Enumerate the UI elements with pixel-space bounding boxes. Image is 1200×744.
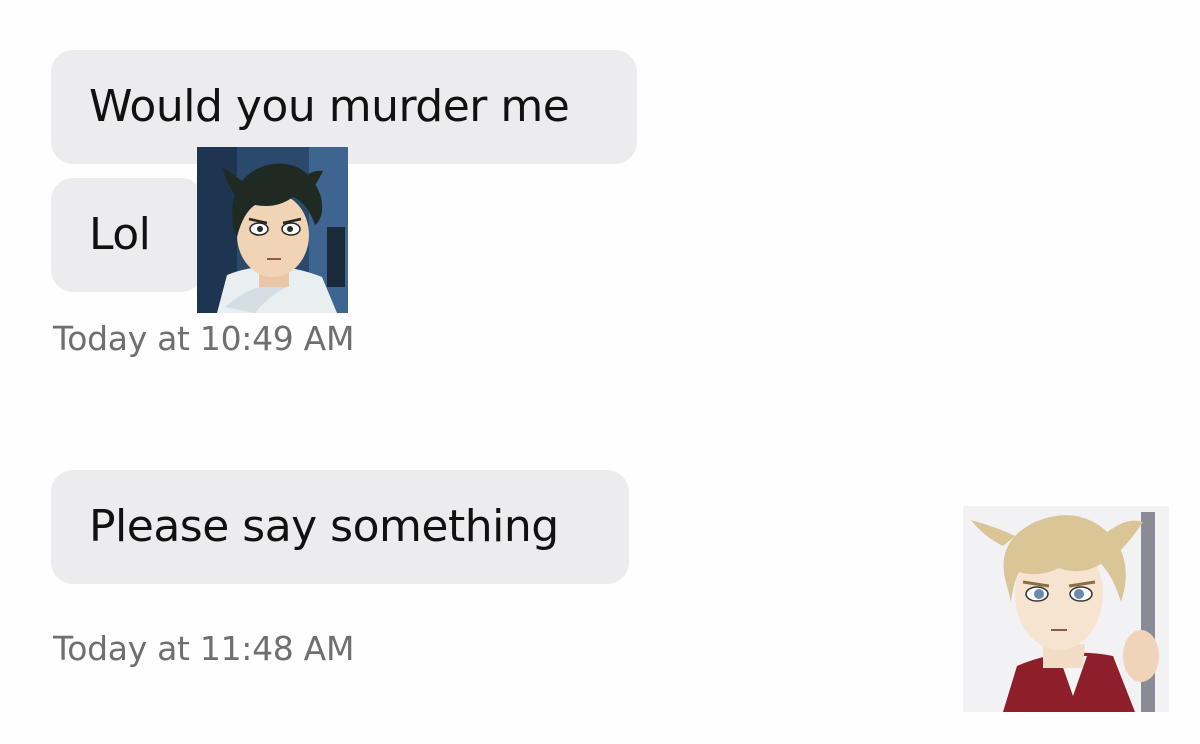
message-timestamp: Today at 10:49 AM: [53, 319, 355, 358]
message-timestamp: Today at 11:48 AM: [53, 629, 355, 668]
message-bubble[interactable]: Lol: [51, 178, 203, 292]
message-text: Please say something: [89, 501, 559, 552]
sticker-avatar-blonde-hair: [963, 506, 1169, 712]
message-text: Would you murder me: [89, 81, 570, 132]
anime-boy-blonde-hair-avatar: [963, 506, 1169, 712]
sticker-avatar-dark-hair: [197, 147, 348, 313]
anime-boy-dark-hair-avatar: [197, 147, 348, 313]
message-bubble[interactable]: Please say something: [51, 470, 629, 584]
message-text: Lol: [89, 209, 151, 260]
